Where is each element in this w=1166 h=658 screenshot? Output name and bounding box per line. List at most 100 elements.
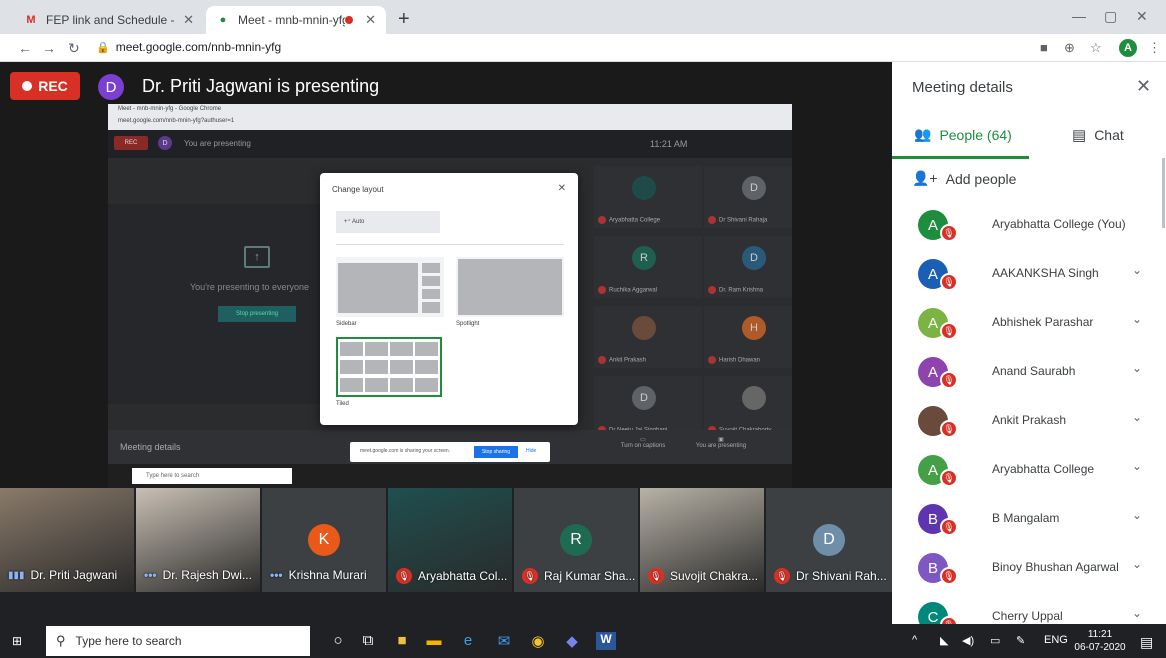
participant-row[interactable]: B 🎙 Binoy Bhushan Agarwal ⌄ bbox=[892, 543, 1166, 591]
word-icon[interactable]: W bbox=[596, 632, 616, 650]
camera-icon[interactable]: ■ bbox=[1040, 40, 1048, 55]
preview-cell bbox=[340, 378, 363, 392]
lock-icon: 🔒 bbox=[96, 42, 110, 54]
close-window-button[interactable]: ✕ bbox=[1136, 8, 1148, 25]
sharing-message: meet.google.com is sharing your screen. bbox=[360, 448, 451, 454]
notifications-icon[interactable]: ▤ bbox=[1140, 634, 1153, 651]
show-hidden-icons[interactable]: ^ bbox=[912, 634, 917, 646]
task-view-icon[interactable]: ⧉ bbox=[358, 632, 378, 650]
participant-name-tag: 🎙 Suvojit Chakra... bbox=[648, 568, 758, 584]
record-dot-icon bbox=[22, 81, 33, 91]
close-icon[interactable]: ✕ bbox=[183, 12, 194, 28]
participant-row[interactable]: A 🎙 Anand Saurabh ⌄ bbox=[892, 347, 1166, 395]
shared-meeting-details: Meeting details bbox=[120, 442, 181, 452]
participant-tile[interactable]: 🎙 Aryabhatta Col... bbox=[388, 488, 512, 592]
forward-button[interactable]: → bbox=[42, 40, 56, 56]
chevron-down-icon[interactable]: ⌄ bbox=[1132, 410, 1142, 424]
participant-row[interactable]: B 🎙 B Mangalam ⌄ bbox=[892, 494, 1166, 542]
participant-row[interactable]: A 🎙 Abhishek Parashar ⌄ bbox=[892, 298, 1166, 346]
tab-fep-link[interactable]: M FEP link and Schedule - training ( ✕ bbox=[14, 6, 204, 34]
chevron-down-icon[interactable]: ⌄ bbox=[1132, 361, 1142, 375]
participant-name: Cherry Uppal bbox=[992, 609, 1063, 623]
shared-captions-button: ▭ Turn on captions bbox=[620, 437, 666, 449]
close-panel-button[interactable]: ✕ bbox=[1136, 76, 1151, 97]
shared-you-presenting-button: ▣ You are presenting bbox=[695, 437, 747, 449]
participant-tile[interactable]: ▮▮▮ Dr. Priti Jagwani bbox=[0, 488, 134, 592]
taskbar-search-box[interactable]: ⚲ Type here to search bbox=[46, 626, 310, 656]
chevron-down-icon[interactable]: ⌄ bbox=[1132, 459, 1142, 473]
tab-chat[interactable]: ▤ Chat bbox=[1072, 126, 1124, 144]
add-people-button[interactable]: 👤+ Add people bbox=[912, 170, 1016, 187]
participant-name-tag: 🎙 Raj Kumar Sha... bbox=[522, 568, 635, 584]
pen-icon[interactable]: ✎ bbox=[1016, 634, 1025, 647]
mic-off-icon: 🎙 bbox=[940, 322, 958, 340]
sharing-notification-bar: meet.google.com is sharing your screen. … bbox=[350, 442, 550, 462]
recording-indicator-icon bbox=[345, 16, 354, 24]
minimize-button[interactable]: — bbox=[1072, 8, 1086, 24]
layout-option-sidebar[interactable]: Sidebar bbox=[336, 257, 444, 331]
menu-icon[interactable]: ⋮ bbox=[1148, 40, 1161, 56]
participant-row[interactable]: A 🎙 Aryabhatta College (You) bbox=[892, 200, 1166, 248]
participant-tile[interactable]: D 🎙 Dr Shivani Rah... bbox=[766, 488, 892, 592]
store-icon[interactable]: ■ bbox=[392, 632, 412, 650]
reload-button[interactable]: ↻ bbox=[68, 40, 80, 57]
participant-row[interactable]: A 🎙 AAKANKSHA Singh ⌄ bbox=[892, 249, 1166, 297]
participant-tile[interactable]: 🎙 Suvojit Chakra... bbox=[640, 488, 764, 592]
teams-icon[interactable]: ◆ bbox=[562, 632, 582, 650]
participant-name-tag: ••• Dr. Rajesh Dwi... bbox=[144, 568, 252, 582]
battery-icon[interactable]: ▭ bbox=[990, 634, 1000, 647]
participant-row[interactable]: 🎙 Ankit Prakash ⌄ bbox=[892, 396, 1166, 444]
tab-meet[interactable]: ● Meet - mnb-mnin-yfg ✕ bbox=[206, 6, 386, 34]
rec-label: REC bbox=[38, 78, 68, 94]
shared-taskbar: Type here to search bbox=[108, 464, 792, 488]
close-icon[interactable]: ✕ bbox=[558, 183, 566, 194]
mail-icon[interactable]: ✉ bbox=[494, 632, 514, 650]
chat-icon: ▤ bbox=[1072, 127, 1087, 144]
mini-tile-label: Dr. Ram Krishna bbox=[719, 287, 764, 294]
new-tab-button[interactable]: + bbox=[398, 8, 410, 31]
windows-start-icon[interactable]: ⊞ bbox=[12, 634, 26, 648]
tab-people[interactable]: 👥 People (64) bbox=[914, 126, 1012, 143]
taskbar-clock[interactable]: 11:21 06-07-2020 bbox=[1074, 628, 1126, 654]
participant-tile[interactable]: R 🎙 Raj Kumar Sha... bbox=[514, 488, 638, 592]
cortana-icon[interactable]: ○ bbox=[328, 632, 348, 650]
zoom-icon[interactable]: ⊕ bbox=[1064, 40, 1075, 56]
shared-mini-tile: DDr Neetu Jai Singhani bbox=[594, 376, 702, 438]
language-indicator[interactable]: ENG bbox=[1044, 634, 1068, 646]
scrollbar[interactable] bbox=[1162, 158, 1165, 228]
participant-tile[interactable]: K ••• Krishna Murari bbox=[262, 488, 386, 592]
file-explorer-icon[interactable]: ▬ bbox=[424, 632, 444, 650]
participant-tile[interactable]: ••• Dr. Rajesh Dwi... bbox=[136, 488, 260, 592]
chevron-down-icon[interactable]: ⌄ bbox=[1132, 557, 1142, 571]
close-icon[interactable]: ✕ bbox=[365, 12, 376, 28]
chrome-icon[interactable]: ◉ bbox=[528, 632, 548, 650]
mic-off-icon: 🎙 bbox=[940, 616, 958, 624]
chevron-down-icon[interactable]: ⌄ bbox=[1132, 263, 1142, 277]
edge-icon[interactable]: e bbox=[458, 632, 478, 650]
present-screen-icon: ↑ bbox=[244, 246, 270, 268]
mini-tile-avatar bbox=[742, 386, 766, 410]
recording-badge[interactable]: REC bbox=[10, 72, 80, 100]
chevron-down-icon[interactable]: ⌄ bbox=[1132, 508, 1142, 522]
back-button[interactable]: ← bbox=[18, 40, 32, 56]
layout-option-spotlight[interactable]: Spotlight bbox=[456, 257, 564, 331]
shared-mini-tile: Ankit Prakash bbox=[594, 306, 702, 368]
participant-row[interactable]: C🎙Cherry Uppal⌄ bbox=[892, 592, 1166, 624]
chevron-down-icon[interactable]: ⌄ bbox=[1132, 606, 1142, 620]
maximize-button[interactable]: ▢ bbox=[1104, 8, 1117, 25]
shared-mini-tile: D Dr Shivani Rahaja bbox=[704, 166, 792, 228]
stop-sharing-button: Stop sharing bbox=[474, 446, 518, 458]
network-icon[interactable]: ◣ bbox=[940, 634, 948, 647]
bookmark-star-icon[interactable]: ☆ bbox=[1090, 40, 1102, 56]
profile-avatar[interactable]: A bbox=[1119, 39, 1137, 57]
more-options-icon: ••• bbox=[270, 568, 283, 582]
participant-name: Aryabhatta Col... bbox=[418, 569, 508, 583]
layout-option-tiled[interactable]: Tiled bbox=[336, 337, 444, 411]
mini-tile-name: Dr Shivani Rahaja bbox=[708, 216, 767, 224]
chevron-down-icon[interactable]: ⌄ bbox=[1132, 312, 1142, 326]
participant-strip: ▮▮▮ Dr. Priti Jagwani ••• Dr. Rajesh Dwi...… bbox=[0, 488, 892, 624]
volume-icon[interactable]: ◀) bbox=[962, 634, 974, 647]
url-field[interactable]: 🔒 meet.google.com/nnb-mnin-yfg bbox=[96, 40, 281, 54]
layout-option-auto[interactable]: +⁺ Auto bbox=[336, 211, 440, 233]
participant-row[interactable]: A 🎙 Aryabhatta College ⌄ bbox=[892, 445, 1166, 493]
